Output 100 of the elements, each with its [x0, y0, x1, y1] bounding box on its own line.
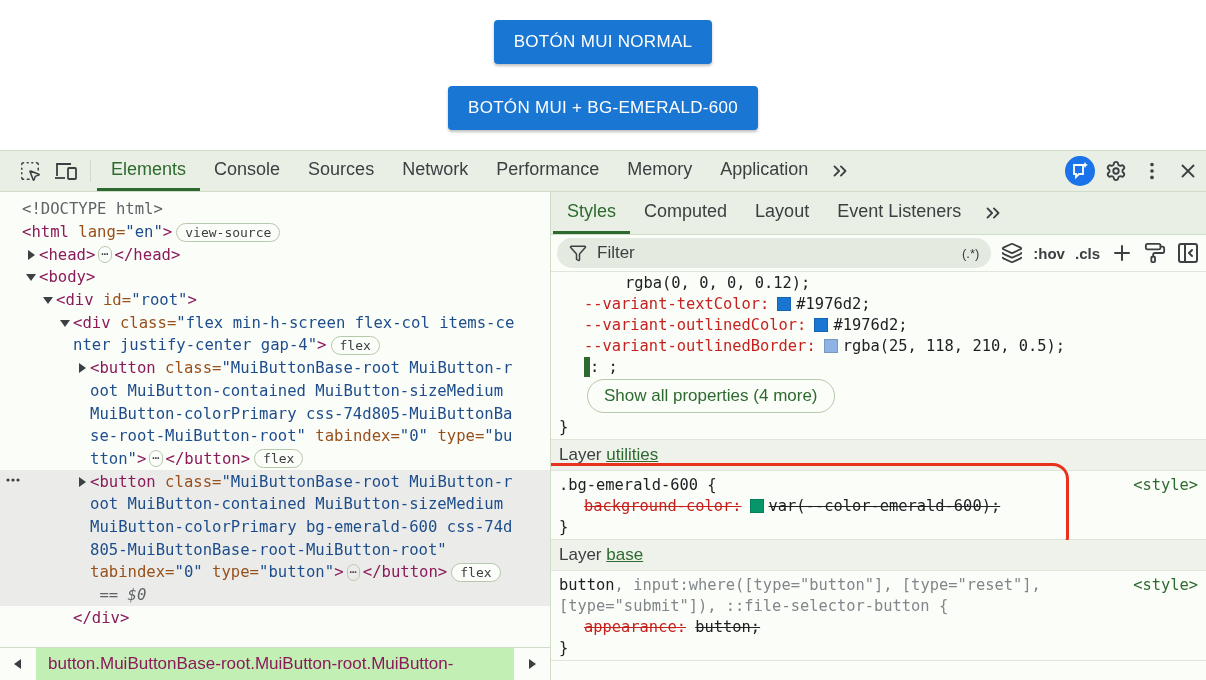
property-value: rgba(0, 0, 0, 0.12); — [625, 273, 811, 292]
code-text: "0" — [399, 427, 428, 446]
code-text: </div> — [73, 608, 130, 627]
code-text: "0" — [174, 563, 203, 582]
code-text: <body> — [39, 268, 96, 287]
primary-button[interactable]: BOTÓN MUI NORMAL — [493, 20, 713, 64]
sidebar-toggle-icon[interactable] — [1176, 241, 1200, 265]
code-text: 805-MuiButtonBase-root-MuiButton-root" — [90, 540, 447, 559]
panel-tab[interactable]: Memory — [613, 151, 707, 191]
property-value[interactable]: #1976d2; — [796, 294, 871, 313]
code-text: type= — [211, 563, 259, 582]
toggle-button[interactable]: .cls — [1074, 244, 1100, 262]
collapse-arrow-icon[interactable] — [26, 272, 36, 283]
brace-text: } — [559, 517, 569, 536]
source-link[interactable]: <style> — [1133, 575, 1198, 594]
selected-node-row[interactable] — [0, 470, 550, 607]
pane-tab[interactable]: Event Listeners — [823, 192, 976, 234]
filter-icon — [569, 244, 587, 262]
selector-text: , input:where([type="button"], [type="reset"], — [614, 575, 1041, 594]
expand-arrow-icon[interactable] — [77, 363, 87, 374]
panel-tab[interactable]: Elements — [97, 151, 201, 191]
regex-toggle[interactable]: (.*) — [961, 245, 980, 261]
layer-header: Layer utilities — [551, 440, 1206, 471]
breadcrumb[interactable]: button.MuiButtonBase-root.MuiButton-root.MuiButton- — [36, 648, 514, 680]
filter-field[interactable]: Filter (.*) — [557, 238, 992, 268]
property-name[interactable]: appearance: — [584, 617, 686, 636]
property-value[interactable]: #1976d2; — [833, 315, 908, 334]
code-text: se-root-MuiButton-root" — [90, 427, 306, 446]
pane-tab[interactable]: Styles — [553, 192, 631, 234]
code-text: oot MuiButton-contained MuiButton-sizeMedium — [90, 495, 504, 514]
code-text: MuiButton-colorPrimary bg-emerald-600 css-74d — [90, 517, 513, 536]
property-name[interactable]: --variant-outlinedBorder: — [584, 336, 816, 355]
code-text: tabindex= — [90, 563, 175, 582]
code-text: "en" — [125, 223, 163, 242]
more-icon[interactable] — [6, 477, 20, 484]
layer-link[interactable]: base — [606, 545, 644, 565]
toggle-button[interactable]: :hov — [1033, 244, 1065, 262]
code-text: <button — [90, 472, 157, 491]
code-text: type= — [436, 427, 485, 446]
color-swatch[interactable] — [823, 338, 838, 353]
code-text: tabindex= — [314, 427, 400, 446]
badge[interactable]: flex — [451, 562, 501, 582]
color-swatch[interactable] — [749, 498, 764, 513]
color-swatch[interactable] — [777, 296, 792, 311]
code-text: <button — [90, 359, 157, 378]
pane-tab[interactable]: Computed — [630, 192, 742, 234]
code-text: > — [334, 563, 344, 582]
property-name[interactable]: --variant-outlinedColor: — [584, 315, 807, 334]
badge[interactable]: flex — [254, 449, 304, 469]
code-text: class= — [165, 472, 222, 491]
badge[interactable]: flex — [330, 335, 380, 355]
panel-tab[interactable]: Sources — [294, 151, 389, 191]
code-text: "bu — [484, 427, 513, 446]
panel-tab[interactable]: Performance — [482, 151, 614, 191]
selector-text: .bg-emerald-600 { — [559, 475, 717, 494]
expand-arrow-icon[interactable] — [77, 476, 87, 487]
code-text: </button> — [165, 449, 251, 468]
layer-link[interactable]: utilities — [606, 445, 659, 465]
code-text: class= — [165, 359, 222, 378]
show-more-button[interactable]: Show all properties (4 more) — [587, 379, 835, 413]
collapse-arrow-icon[interactable] — [60, 317, 70, 328]
paint-roller-icon[interactable] — [1144, 242, 1166, 264]
selector-text: button — [559, 575, 615, 594]
property-value[interactable]: : ; — [590, 357, 618, 376]
code-text: lang= — [78, 223, 126, 242]
property-value[interactable]: rgba(25, 118, 210, 0.5); — [842, 336, 1066, 355]
panel-tab[interactable]: Network — [388, 151, 483, 191]
selector-text: [type="submit"]), ::file-selector-button { — [559, 596, 949, 615]
brace-text: } — [559, 417, 569, 436]
code-text: </button> — [362, 563, 448, 582]
badge[interactable]: view-source — [176, 222, 281, 242]
panel-tab[interactable]: Application — [706, 151, 823, 191]
code-text: class= — [119, 313, 177, 332]
color-swatch[interactable] — [814, 317, 829, 332]
layer-header: Layer base — [551, 540, 1206, 571]
expand-arrow-icon[interactable] — [26, 249, 36, 260]
property-value[interactable]: button; — [695, 617, 761, 636]
text-cursor — [584, 356, 590, 377]
code-text: > — [187, 291, 197, 310]
code-text: nter justify-center gap-4" — [73, 336, 318, 355]
code-text: > — [162, 223, 173, 242]
code-text: oot MuiButton-contained MuiButton-sizeMedium — [90, 381, 504, 400]
panel-tab[interactable]: Console — [200, 151, 295, 191]
code-text: "root" — [131, 291, 188, 310]
pane-tab[interactable]: Layout — [741, 192, 824, 234]
code-text: "MuiButtonBase-root MuiButton-r — [221, 359, 513, 378]
source-link[interactable]: <style> — [1133, 475, 1198, 494]
code-text: > — [136, 449, 147, 468]
code-text: == $0 — [98, 586, 147, 605]
collapse-arrow-icon[interactable] — [43, 295, 53, 306]
property-value[interactable]: var(--color-emerald-600); — [768, 496, 1001, 515]
code-text: "MuiButtonBase-root MuiButton-r — [221, 472, 513, 491]
property-name[interactable]: --variant-textColor: — [584, 294, 770, 313]
code-text: > — [317, 336, 327, 355]
brace-text: } — [559, 638, 569, 657]
code-text: <!DOCTYPE html> — [22, 200, 163, 219]
code-text: <div — [73, 313, 112, 332]
layers-icon[interactable] — [1001, 242, 1024, 264]
primary-button[interactable]: BOTÓN MUI + BG-EMERALD-600 — [448, 86, 758, 130]
property-name[interactable]: background-color: — [584, 496, 742, 515]
